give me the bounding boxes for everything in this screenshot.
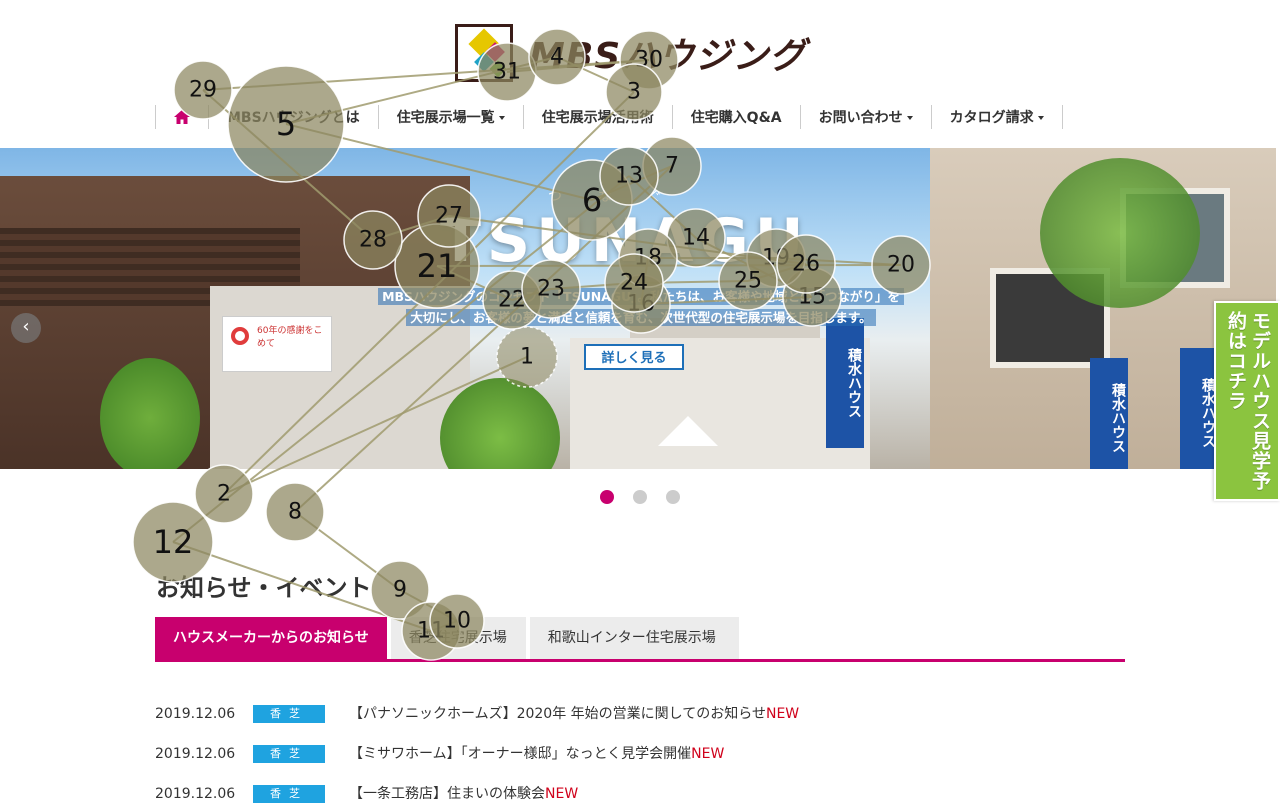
news-date: 2019.12.06 bbox=[155, 786, 236, 802]
slider-dot[interactable] bbox=[633, 490, 647, 504]
nav-exhibitions[interactable]: 住宅展示場一覧 bbox=[377, 105, 523, 129]
fixation-circle bbox=[194, 464, 254, 524]
nav-contact-label: お問い合わせ bbox=[818, 110, 903, 126]
news-date: 2019.12.06 bbox=[155, 746, 236, 762]
news-link[interactable]: 【ミサワホーム】「オーナー様邸」なっとく見学会開催NEW bbox=[349, 745, 724, 763]
news-item[interactable]: 2019.12.06 香芝 【パナソニックホームズ】2020年 年始の営業に関し… bbox=[155, 705, 799, 745]
hero-left-banner-text: 60年の感謝をこめて bbox=[257, 326, 323, 349]
site-logo[interactable]: MBSハウジング bbox=[455, 24, 806, 82]
logo-text: MBSハウジング bbox=[529, 36, 807, 77]
news-badge: 香芝 bbox=[253, 705, 325, 723]
tab-wakayama[interactable]: 和歌山インター住宅展示場 bbox=[529, 617, 739, 659]
hero-title: TSUNAGU bbox=[440, 206, 810, 276]
nav-about[interactable]: MBSハウジングとは bbox=[208, 105, 378, 129]
hero-detail-button[interactable]: 詳しく見る bbox=[584, 344, 684, 370]
hero-flag: 積水ハウス bbox=[1180, 348, 1218, 469]
tab-kashiba[interactable]: 香芝住宅展示場 bbox=[390, 617, 526, 659]
fixation-circle bbox=[370, 560, 430, 620]
nav-howto[interactable]: 住宅展示場活用術 bbox=[522, 105, 672, 129]
news-tabs: ハウスメーカーからのお知らせ 香芝住宅展示場 和歌山インター住宅展示場 bbox=[155, 617, 1125, 662]
hero-flag: 積水ハウス bbox=[826, 318, 864, 448]
nav-contact[interactable]: お問い合わせ bbox=[799, 105, 931, 129]
hero-copy: MBSハウジングのコンセプト「TSUNAGU」。私たちは、お客様や地域との「つな… bbox=[356, 286, 926, 328]
hero-copy-line1: MBSハウジングのコンセプト「TSUNAGU」。私たちは、お客様や地域との「つな… bbox=[378, 288, 904, 305]
chevron-left-icon: ‹ bbox=[22, 316, 30, 337]
fixation-number: 9 bbox=[393, 578, 407, 603]
caret-down-icon bbox=[906, 116, 913, 120]
news-item[interactable]: 2019.12.06 香芝 【一条工務店】住まいの体験会NEW bbox=[155, 785, 799, 803]
slider-dot[interactable] bbox=[666, 490, 680, 504]
hero-left-banner: 60年の感謝をこめて bbox=[222, 316, 332, 372]
news-text: 【ミサワホーム】「オーナー様邸」なっとく見学会開催 bbox=[349, 746, 692, 762]
nav-about-label: MBSハウジングとは bbox=[227, 110, 360, 126]
fixation-number: 8 bbox=[288, 500, 302, 525]
caret-down-icon bbox=[498, 116, 505, 120]
side-tab-label: モデルハウス見学予約はコチラ bbox=[1225, 311, 1271, 491]
nav-exhibitions-label: 住宅展示場一覧 bbox=[396, 110, 495, 126]
fixation-marker: 2 bbox=[194, 464, 254, 524]
fixation-number: 2 bbox=[217, 482, 231, 507]
nav-qa[interactable]: 住宅購入Q&A bbox=[671, 105, 800, 129]
news-badge: 香芝 bbox=[253, 785, 325, 803]
news-link[interactable]: 【一条工務店】住まいの体験会NEW bbox=[349, 785, 578, 803]
fixation-number: 29 bbox=[189, 78, 217, 103]
slider-dot[interactable] bbox=[600, 490, 614, 504]
hero-copy-line2: 大切にし、お客様の夢と満足と信頼を育む、次世代型の住宅展示場を目指します。 bbox=[406, 309, 876, 326]
new-badge: NEW bbox=[765, 706, 800, 722]
nav-home[interactable] bbox=[155, 105, 208, 129]
nav-howto-label: 住宅展示場活用術 bbox=[541, 110, 654, 126]
tab-housemaker-news[interactable]: ハウスメーカーからのお知らせ bbox=[155, 617, 387, 659]
fixation-circle bbox=[265, 482, 325, 542]
logo-mark-icon bbox=[455, 24, 513, 82]
hero-slider: 60年の感謝をこめて 積水ハウス 積水ハウス 積水ハウス つなぐ TSUNAGU… bbox=[0, 148, 1276, 469]
news-item[interactable]: 2019.12.06 香芝 【ミサワホーム】「オーナー様邸」なっとく見学会開催N… bbox=[155, 745, 799, 785]
fixation-number: 12 bbox=[153, 523, 194, 561]
news-section-title: お知らせ・イベント bbox=[156, 574, 372, 602]
fixation-marker: 9 bbox=[370, 560, 430, 620]
nav-catalog[interactable]: カタログ請求 bbox=[930, 105, 1063, 129]
new-badge: NEW bbox=[545, 786, 579, 802]
news-badge: 香芝 bbox=[253, 745, 325, 763]
fixation-number: 3 bbox=[627, 80, 641, 105]
slider-prev-button[interactable]: ‹ bbox=[11, 313, 41, 343]
slider-dots bbox=[600, 490, 680, 504]
main-nav: MBSハウジングとは 住宅展示場一覧 住宅展示場活用術 住宅購入Q&A お問い合… bbox=[155, 104, 1063, 130]
news-date: 2019.12.06 bbox=[155, 706, 236, 722]
news-text: 【一条工務店】住まいの体験会 bbox=[349, 786, 545, 802]
news-text: 【パナソニックホームズ】2020年 年始の営業に関してのお知らせ bbox=[349, 706, 766, 722]
news-list: 2019.12.06 香芝 【パナソニックホームズ】2020年 年始の営業に関し… bbox=[155, 705, 799, 803]
news-link[interactable]: 【パナソニックホームズ】2020年 年始の営業に関してのお知らせNEW bbox=[349, 705, 799, 723]
nav-catalog-label: カタログ請求 bbox=[949, 110, 1034, 126]
hero-ruby: つなぐ bbox=[548, 189, 698, 205]
model-house-reservation-tab[interactable]: モデルハウス見学予約はコチラ bbox=[1214, 301, 1280, 501]
hero-flag: 積水ハウス bbox=[1090, 358, 1128, 469]
caret-down-icon bbox=[1037, 116, 1044, 120]
new-badge: NEW bbox=[691, 746, 725, 762]
home-icon bbox=[174, 110, 190, 124]
fixation-marker: 8 bbox=[265, 482, 325, 542]
nav-qa-label: 住宅購入Q&A bbox=[690, 110, 782, 126]
